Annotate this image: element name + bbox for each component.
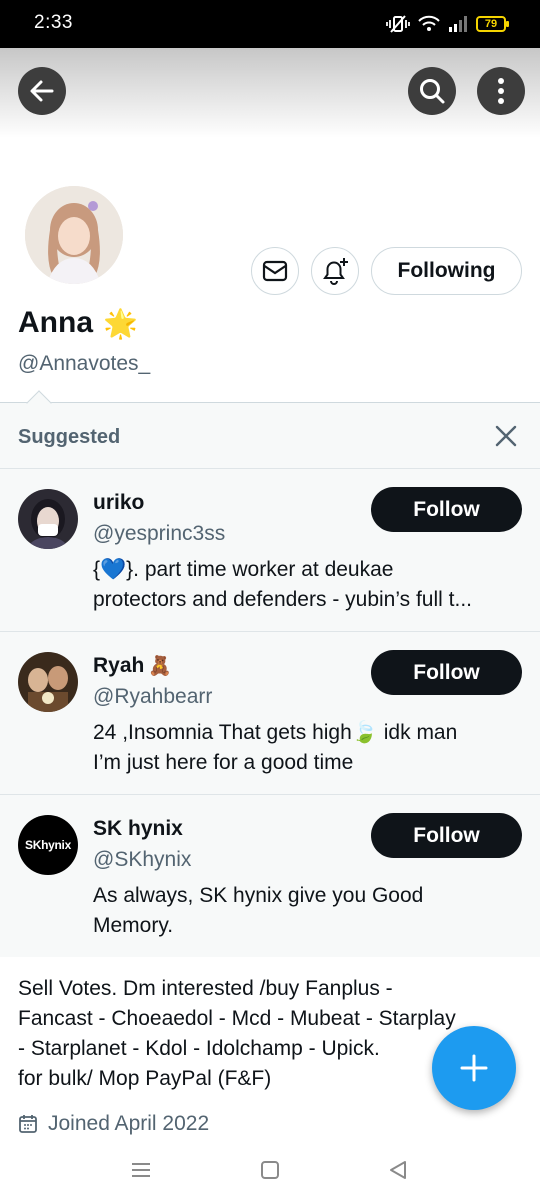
display-name-text: Anna [18, 306, 93, 339]
calendar-icon [19, 1115, 37, 1133]
back-nav-button[interactable] [384, 1156, 412, 1184]
suggested-bio: As always, SK hynix give you Good Memory… [93, 881, 523, 941]
teddy-bear-emoji: 🧸 [148, 656, 173, 677]
more-vertical-icon [498, 78, 504, 104]
suggested-item[interactable]: SKhynix SK hynix @SKhynix As always, SK … [0, 794, 540, 956]
compose-button[interactable] [432, 1026, 516, 1110]
bio-line: Sell Votes. Dm interested /buy Fanplus - [18, 977, 393, 1000]
menu-icon [132, 1163, 150, 1177]
bio-line: protectors and defenders - yubin’s full … [93, 588, 472, 611]
profile-banner [0, 48, 540, 138]
suggested-name-text: Ryah [93, 654, 145, 677]
follow-button[interactable]: Follow [371, 813, 522, 858]
suggested-bio: {💙}. part time worker at deukae protecto… [93, 555, 523, 615]
bio-line: {💙}. part time worker at deukae [93, 558, 394, 581]
suggested-name-text: uriko [93, 491, 145, 514]
back-button[interactable] [18, 67, 66, 115]
message-button[interactable] [251, 247, 299, 295]
suggested-avatar[interactable] [18, 652, 78, 712]
notify-button[interactable] [311, 247, 359, 295]
suggested-name-text: SK hynix [93, 817, 183, 840]
joined-date: Joined April 2022 [18, 1112, 209, 1136]
signal-icon [449, 16, 467, 32]
suggested-bio: 24 ,Insomnia That gets high🍃 idk man I’m… [93, 718, 523, 778]
search-icon [420, 79, 445, 104]
triangle-back-icon [390, 1161, 406, 1179]
joined-text: Joined April 2022 [48, 1112, 210, 1135]
home-square-icon [261, 1161, 279, 1179]
arrow-left-icon [30, 80, 54, 102]
status-bar: 2:33 79 [0, 0, 540, 48]
wifi-icon [418, 15, 440, 31]
battery-icon: 79 [476, 16, 509, 32]
follow-button[interactable]: Follow [371, 650, 522, 695]
bio-line: As always, SK hynix give you Good [93, 884, 424, 907]
more-button[interactable] [477, 67, 525, 115]
suggested-name[interactable]: Ryah 🧸 [93, 654, 172, 678]
suggested-item[interactable]: uriko @yesprinc3ss {💙}. part time worker… [0, 468, 540, 630]
display-name: Anna 🌟 [18, 306, 138, 340]
bell-plus-icon [323, 258, 348, 285]
follow-button[interactable]: Follow [371, 487, 522, 532]
suggested-avatar[interactable] [18, 489, 78, 549]
vibrate-icon [386, 15, 410, 33]
mail-icon [262, 260, 288, 282]
bio-line: 24 ,Insomnia That gets high🍃 idk man [93, 721, 458, 744]
status-icons: 79 [386, 12, 509, 36]
star-emoji: 🌟 [103, 307, 138, 339]
suggested-handle: @SKhynix [93, 848, 192, 871]
plus-icon [460, 1054, 488, 1082]
recents-button[interactable] [127, 1156, 155, 1184]
profile-avatar[interactable] [22, 183, 126, 287]
system-nav-bar [0, 1140, 540, 1200]
following-button[interactable]: Following [371, 247, 522, 295]
close-icon [495, 425, 517, 447]
dismiss-suggested-button[interactable] [493, 423, 519, 449]
suggested-handle: @yesprinc3ss [93, 522, 226, 545]
suggested-section: uriko @yesprinc3ss {💙}. part time worker… [0, 402, 540, 957]
bio-line: Fancast - Choeaedol - Mcd - Mubeat - Sta… [18, 1007, 456, 1030]
search-button[interactable] [408, 67, 456, 115]
suggested-handle: @Ryahbearr [93, 685, 213, 708]
suggested-avatar[interactable]: SKhynix [18, 815, 78, 875]
suggested-title: Suggested [18, 426, 121, 448]
suggested-name[interactable]: uriko [93, 491, 144, 515]
profile-handle: @Annavotes_ [18, 352, 151, 375]
suggested-name[interactable]: SK hynix [93, 817, 183, 841]
home-button[interactable] [256, 1156, 284, 1184]
status-time: 2:33 [34, 12, 73, 33]
bio-line: I’m just here for a good time [93, 751, 354, 774]
bio-line: Memory. [93, 914, 174, 937]
suggested-item[interactable]: Ryah 🧸 @Ryahbearr 24 ,Insomnia That gets… [0, 631, 540, 793]
skhynix-logo: SKhynix [25, 838, 71, 852]
